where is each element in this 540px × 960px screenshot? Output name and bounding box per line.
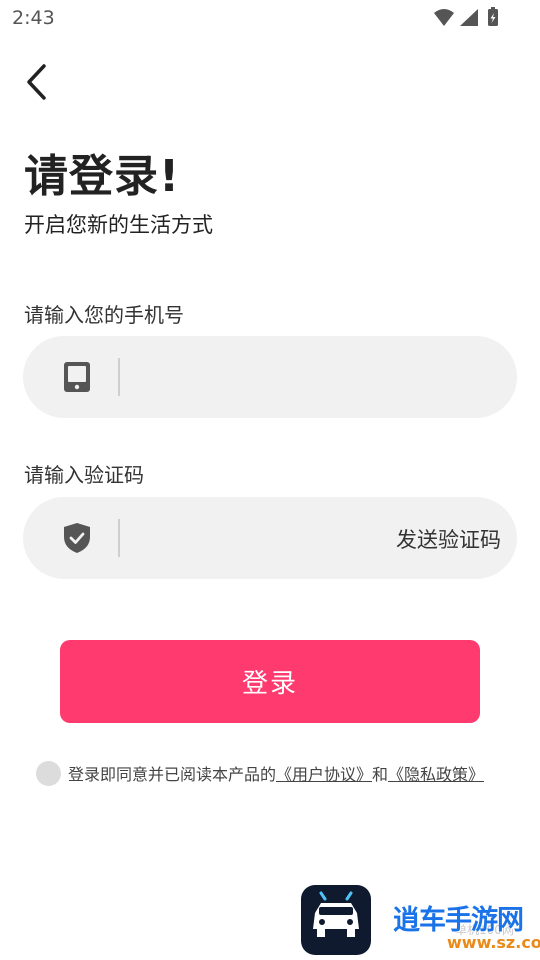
page-subtitle: 开启您新的生活方式 — [24, 213, 213, 237]
phone-input[interactable] — [133, 356, 397, 400]
code-label: 请输入验证码 — [24, 463, 144, 487]
send-code-button[interactable]: 发送验证码 — [396, 524, 501, 554]
privacy-policy-link[interactable]: 《隐私政策》 — [388, 761, 484, 785]
shield-check-icon — [61, 522, 93, 554]
agreement-checkbox[interactable] — [36, 760, 61, 786]
phone-field[interactable] — [23, 336, 517, 418]
chevron-left-icon — [27, 64, 46, 100]
login-button[interactable]: 登录 — [60, 640, 480, 723]
agreement-row: 登录即同意并已阅读本产品的 《用户协议》 和 《隐私政策》 — [36, 758, 484, 788]
user-agreement-link[interactable]: 《用户协议》 — [276, 761, 372, 785]
status-bar: 2:43 — [0, 0, 540, 36]
watermark-logo — [301, 885, 371, 955]
code-field[interactable]: 发送验证码 — [23, 497, 517, 579]
back-button[interactable] — [20, 60, 60, 104]
phone-icon — [61, 361, 93, 393]
agreement-prefix: 登录即同意并已阅读本产品的 — [68, 765, 277, 784]
signal-icon — [460, 9, 478, 26]
page-title: 请登录! — [24, 151, 181, 202]
agreement-connector: 和 — [372, 765, 389, 784]
phone-field-divider — [118, 358, 120, 396]
status-time: 2:43 — [12, 7, 55, 29]
watermark-title: 逍车手游网 — [393, 905, 524, 936]
code-field-divider — [118, 519, 120, 557]
wifi-icon — [434, 9, 454, 26]
battery-icon — [488, 7, 498, 26]
watermark-url: www.sz.com — [447, 933, 540, 952]
phone-label: 请输入您的手机号 — [24, 303, 184, 327]
status-icons — [432, 7, 502, 29]
code-input[interactable] — [133, 517, 397, 561]
